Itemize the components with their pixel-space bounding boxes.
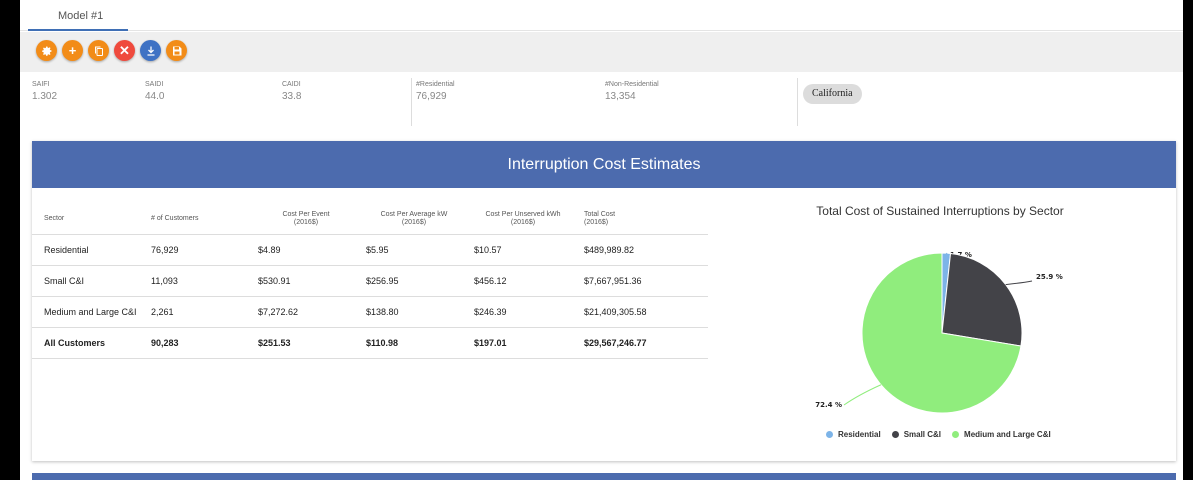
nonresidential-count-value: 13,354 [605, 91, 636, 102]
pie-label-connector [843, 384, 882, 406]
table-cell: $489,989.82 [572, 234, 708, 266]
pie-slice-small-c-i[interactable] [941, 252, 1023, 347]
plus-icon: + [68, 43, 77, 58]
close-icon: ✕ [119, 42, 130, 58]
table-cell: $138.80 [354, 296, 462, 328]
table-row-total: All Customers 90,283 $251.53 $110.98 $19… [32, 327, 708, 359]
tab-model-1[interactable]: Model #1 [28, 0, 128, 31]
table-row: Residential 76,929 $4.89 $5.95 $10.57 $4… [32, 234, 708, 266]
table-cell: 2,261 [139, 296, 246, 328]
table-cell: $530.91 [246, 265, 354, 297]
legend-item-small-ci[interactable]: Small C&I [891, 430, 942, 439]
column-header: Cost Per Event (2016$) [246, 204, 354, 235]
table-cell: 11,093 [139, 265, 246, 297]
saidi-value: 44.0 [145, 91, 165, 102]
gear-icon [41, 46, 51, 56]
residential-count-stat: #Residential 76,929 [416, 81, 455, 102]
table-cell: All Customers [32, 327, 139, 359]
divider [797, 78, 798, 126]
divider [411, 78, 412, 126]
legend-item-residential[interactable]: Residential [826, 430, 881, 439]
pie-label-connector [1005, 280, 1033, 286]
table-cell: $4.89 [246, 234, 354, 266]
legend-label: Residential [838, 430, 881, 439]
legend-marker [891, 431, 899, 438]
legend-label: Medium and Large C&I [964, 430, 1051, 439]
tab-bar: Model #1 [20, 0, 1183, 31]
chart-legend: Residential Small C&I Medium and Large C… [826, 430, 1062, 439]
caidi-stat: CAIDI 33.8 [282, 81, 301, 102]
table-cell: $5.95 [354, 234, 462, 266]
legend-item-medium-large-ci[interactable]: Medium and Large C&I [952, 430, 1051, 439]
add-button[interactable]: + [62, 40, 83, 61]
legend-marker [952, 431, 960, 438]
column-header-text: Cost Per Event (2016$) [282, 210, 330, 226]
table-cell: 76,929 [139, 234, 246, 266]
saidi-label: SAIDI [145, 81, 164, 88]
region-chip[interactable]: California [803, 84, 862, 104]
copy-button[interactable] [88, 40, 109, 61]
table-cell: $29,567,246.77 [572, 327, 708, 359]
reliability-stats: SAIFI 1.302 SAIDI 44.0 CAIDI 33.8 #Resid… [20, 72, 1183, 126]
legend-marker [826, 431, 833, 438]
chart-title: Total Cost of Sustained Interruptions by… [816, 204, 1064, 218]
column-header-text: Cost Per Unserved kWh (2016$) [485, 210, 561, 226]
table-cell: Small C&I [32, 265, 139, 297]
app-window: Model #1 + ✕ SAIFI 1.302 SAIDI 44.0 CAID… [20, 0, 1183, 480]
card-title: Interruption Cost Estimates [32, 141, 1176, 188]
saifi-label: SAIFI [32, 81, 50, 88]
copy-icon [94, 46, 103, 56]
table-cell: $10.57 [462, 234, 572, 266]
residential-count-label: #Residential [416, 81, 455, 88]
table-row: Medium and Large C&I 2,261 $7,272.62 $13… [32, 296, 708, 328]
legend-label: Small C&I [903, 430, 942, 439]
column-header-text: Total Cost (2016$) [584, 210, 616, 226]
table-cell: $251.53 [246, 327, 354, 359]
floppy-disk-icon [172, 46, 181, 55]
column-header-text: Cost Per Average kW (2016$) [380, 210, 448, 226]
caidi-value: 33.8 [282, 91, 302, 102]
column-header: # of Customers [139, 204, 246, 235]
column-header: Cost Per Average kW (2016$) [354, 204, 462, 235]
delete-button[interactable]: ✕ [114, 40, 135, 61]
toolbar: + ✕ [20, 32, 1183, 72]
nonresidential-count-label: #Non-Residential [605, 81, 659, 88]
table-cell: Medium and Large C&I [32, 296, 139, 328]
column-header: Sector [32, 204, 139, 235]
table-cell: Residential [32, 234, 139, 266]
table-cell: $110.98 [354, 327, 462, 359]
table-cell: $7,272.62 [246, 296, 354, 328]
table-cell: $7,667,951.36 [572, 265, 708, 297]
table-cell: $21,409,305.58 [572, 296, 708, 328]
table-header-row: Sector # of Customers Cost Per Event (20… [32, 204, 708, 235]
table-row: Small C&I 11,093 $530.91 $256.95 $456.12… [32, 265, 708, 297]
table-cell: $256.95 [354, 265, 462, 297]
next-section-header [32, 473, 1176, 480]
pie-data-label: 25.9 % [1036, 273, 1063, 281]
residential-count-value: 76,929 [416, 91, 447, 102]
save-button[interactable] [166, 40, 187, 61]
pie-data-label: 72.4 % [815, 401, 842, 409]
saidi-stat: SAIDI 44.0 [145, 81, 164, 102]
download-icon [147, 46, 154, 56]
table-cell: 90,283 [139, 327, 246, 359]
settings-button[interactable] [36, 40, 57, 61]
caidi-label: CAIDI [282, 81, 301, 88]
saifi-stat: SAIFI 1.302 [32, 81, 57, 102]
table-cell: $197.01 [462, 327, 572, 359]
saifi-value: 1.302 [32, 91, 58, 102]
download-button[interactable] [140, 40, 161, 61]
column-header: Cost Per Unserved kWh (2016$) [462, 204, 572, 235]
table-cell: $456.12 [462, 265, 572, 297]
table-cell: $246.39 [462, 296, 572, 328]
column-header: Total Cost (2016$) [572, 204, 708, 235]
cost-table: Sector # of Customers Cost Per Event (20… [32, 204, 708, 359]
nonresidential-count-stat: #Non-Residential 13,354 [605, 81, 659, 102]
sector-cost-pie-chart: 1.7 %25.9 %72.4 % [815, 251, 1063, 414]
